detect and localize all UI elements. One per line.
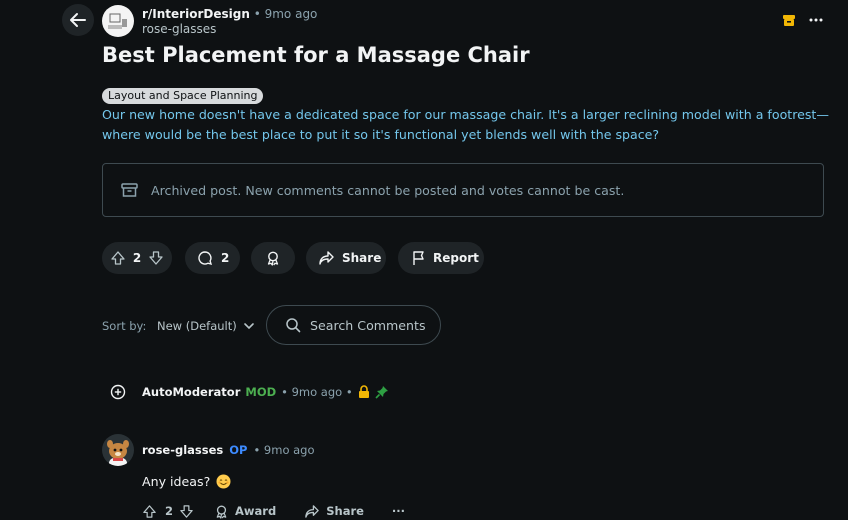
award-icon <box>214 504 229 519</box>
report-button[interactable]: Report <box>398 242 484 274</box>
sort-value: New (Default) <box>157 319 237 333</box>
comment-author[interactable]: AutoModerator <box>142 385 240 399</box>
comment-count: 2 <box>221 251 230 265</box>
post-author[interactable]: rose-glasses <box>142 21 216 37</box>
vote-count: 2 <box>165 504 174 518</box>
share-button[interactable]: Share <box>304 504 364 519</box>
award-label: Award <box>235 504 277 518</box>
archive-box-icon <box>121 182 138 199</box>
award-button[interactable]: Award <box>214 504 276 519</box>
post-timestamp: 9mo ago <box>264 7 318 21</box>
avatar[interactable] <box>102 434 134 466</box>
comment-bubble-icon <box>197 250 213 266</box>
subreddit-link[interactable]: r/InteriorDesign <box>142 7 250 21</box>
vote-control: 2 <box>102 242 172 274</box>
post-title: Best Placement for a Massage Chair <box>102 43 530 67</box>
share-button[interactable]: Share <box>306 242 386 274</box>
search-placeholder: Search Comments <box>310 317 426 333</box>
comment-meta: rose-glasses OP • 9mo ago <box>142 442 315 458</box>
more-options-icon[interactable]: ··· <box>392 504 405 518</box>
award-button[interactable] <box>251 242 295 274</box>
sort-label: Sort by: <box>102 319 147 333</box>
separator-dot: • <box>253 7 261 21</box>
post-body-line-1: Our new home doesn't have a dedicated sp… <box>102 107 829 122</box>
search-icon <box>285 317 301 333</box>
arrow-left-icon <box>69 11 87 29</box>
archived-notice-text: Archived post. New comments cannot be po… <box>151 183 625 198</box>
mod-badge: MOD <box>245 385 277 399</box>
post-flair[interactable]: Layout and Space Planning <box>102 88 264 104</box>
archive-status-icon[interactable] <box>782 13 796 27</box>
search-comments-input[interactable]: Search Comments <box>266 305 441 345</box>
comment-body: Any ideas? <box>142 472 231 490</box>
upvote-icon[interactable] <box>142 504 157 519</box>
pin-icon <box>375 385 389 399</box>
award-icon <box>265 250 281 266</box>
comment-timestamp: • 9mo ago • <box>281 385 353 399</box>
op-badge: OP <box>229 443 248 457</box>
lock-icon <box>358 385 370 399</box>
smiling-face-emoji-icon <box>216 474 231 489</box>
comment-text: Any ideas? <box>142 473 211 489</box>
upvote-icon[interactable] <box>110 250 126 266</box>
post-body-line-2: where would be the best place to put it … <box>102 127 660 142</box>
back-button[interactable] <box>62 4 94 36</box>
subreddit-avatar[interactable] <box>102 5 134 37</box>
flag-icon <box>412 250 426 266</box>
share-label: Share <box>342 251 382 265</box>
share-label: Share <box>326 504 364 518</box>
comment-timestamp: • 9mo ago <box>253 443 315 457</box>
comment-meta: AutoModerator MOD • 9mo ago • <box>142 384 389 400</box>
archived-notice: Archived post. New comments cannot be po… <box>102 163 824 217</box>
comments-button[interactable]: 2 <box>185 242 240 274</box>
report-label: Report <box>433 251 479 265</box>
share-arrow-icon <box>318 250 335 266</box>
downvote-icon[interactable] <box>179 504 194 519</box>
share-arrow-icon <box>304 504 320 519</box>
downvote-icon[interactable] <box>148 250 164 266</box>
sort-dropdown[interactable]: New (Default) <box>157 318 255 334</box>
chevron-down-icon <box>243 320 255 332</box>
vote-count: 2 <box>132 251 142 265</box>
comment-author[interactable]: rose-glasses <box>142 443 223 457</box>
expand-comment-icon[interactable] <box>110 384 126 400</box>
more-options-icon[interactable] <box>808 12 824 28</box>
comment-actions: 2 Award Share ··· <box>142 502 405 520</box>
